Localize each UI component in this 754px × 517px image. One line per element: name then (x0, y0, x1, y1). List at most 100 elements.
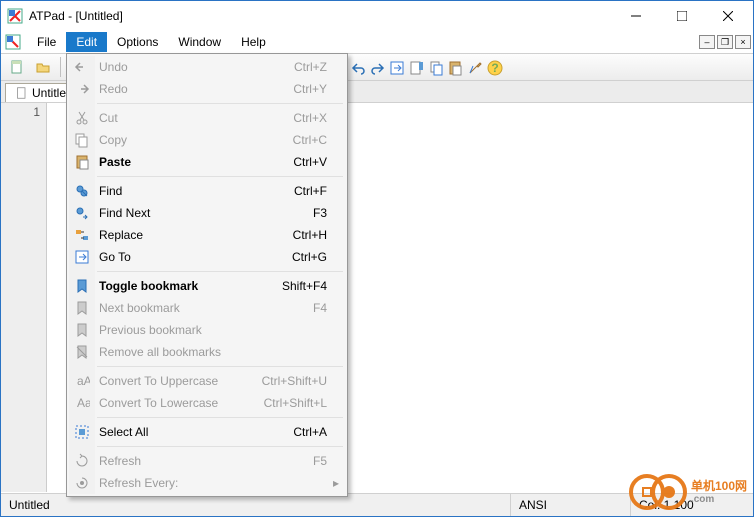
menu-options[interactable]: Options (107, 32, 168, 52)
menu-separator (97, 446, 343, 447)
menu-item-label: Paste (99, 155, 293, 169)
refresh-every-icon (74, 475, 90, 491)
window-title: ATPad - [Untitled] (29, 9, 613, 23)
status-document: Untitled (1, 494, 511, 516)
menu-item-shortcut: F3 (313, 206, 345, 220)
menu-item-shortcut: Ctrl+G (292, 250, 345, 264)
menu-item-shortcut: Ctrl+Shift+U (262, 374, 345, 388)
menu-edit[interactable]: Edit (66, 32, 107, 52)
undo-button[interactable] (351, 60, 367, 79)
menu-item-shortcut: Ctrl+V (293, 155, 345, 169)
doc-icon (5, 34, 21, 50)
menu-item-go-to[interactable]: Go ToCtrl+G (69, 246, 345, 268)
findnext-icon (74, 205, 90, 221)
menu-item-shortcut: Ctrl+Y (293, 82, 345, 96)
menu-separator (97, 366, 343, 367)
redo-button[interactable] (369, 60, 385, 79)
minimize-button[interactable] (613, 1, 659, 31)
menu-item-remove-all-bookmarks: Remove all bookmarks (69, 341, 345, 363)
goto-button[interactable] (389, 60, 405, 79)
options-button[interactable] (467, 60, 483, 79)
cut-icon (74, 110, 90, 126)
menu-item-previous-bookmark: Previous bookmark (69, 319, 345, 341)
copy-button[interactable] (429, 60, 445, 79)
menu-window[interactable]: Window (168, 32, 231, 52)
menu-item-shortcut: Ctrl+C (293, 133, 345, 147)
menu-item-shortcut: F5 (313, 454, 345, 468)
menu-item-shortcut: Ctrl+X (293, 111, 345, 125)
open-button[interactable] (31, 55, 55, 79)
find-icon (74, 183, 90, 199)
menu-help[interactable]: Help (231, 32, 276, 52)
menu-item-label: Go To (99, 250, 292, 264)
status-encoding: ANSI (511, 494, 631, 516)
mdi-close-button[interactable]: × (735, 35, 751, 49)
menu-item-shortcut: Shift+F4 (282, 279, 345, 293)
menu-item-label: Find Next (99, 206, 313, 220)
menu-item-replace[interactable]: ReplaceCtrl+H (69, 224, 345, 246)
menu-item-refresh: RefreshF5 (69, 450, 345, 472)
menu-item-label: Undo (99, 60, 294, 74)
menu-item-select-all[interactable]: Select AllCtrl+A (69, 421, 345, 443)
line-gutter: 1 (1, 103, 47, 492)
line-number: 1 (1, 105, 40, 119)
lowercase-icon: Aa (74, 395, 90, 411)
menu-item-label: Convert To Lowercase (99, 396, 264, 410)
menu-item-label: Convert To Uppercase (99, 374, 262, 388)
menu-item-redo: RedoCtrl+Y (69, 78, 345, 100)
menu-item-label: Redo (99, 82, 293, 96)
menu-item-shortcut: F4 (313, 301, 345, 315)
menu-item-shortcut: Ctrl+Shift+L (264, 396, 345, 410)
close-button[interactable] (705, 1, 751, 31)
svg-text:?: ? (491, 61, 498, 75)
menu-item-convert-to-lowercase: Aa Convert To LowercaseCtrl+Shift+L (69, 392, 345, 414)
select-all-icon (74, 424, 90, 440)
maximize-button[interactable] (659, 1, 705, 31)
menu-item-next-bookmark: Next bookmarkF4 (69, 297, 345, 319)
menu-item-label: Select All (99, 425, 293, 439)
bookmark-next-icon (74, 300, 90, 316)
bookmark-prev-icon (74, 322, 90, 338)
svg-text:Aa: Aa (77, 396, 90, 410)
menu-item-undo: UndoCtrl+Z (69, 56, 345, 78)
refresh-icon (74, 453, 90, 469)
menu-item-label: Refresh (99, 454, 313, 468)
help-button[interactable]: ? (487, 60, 503, 79)
menu-item-label: Remove all bookmarks (99, 345, 327, 359)
menu-item-label: Previous bookmark (99, 323, 327, 337)
menu-item-toggle-bookmark[interactable]: Toggle bookmarkShift+F4 (69, 275, 345, 297)
menu-item-refresh-every: Refresh Every:▸ (69, 472, 345, 494)
paste-icon (74, 154, 90, 170)
menu-item-shortcut: Ctrl+H (293, 228, 345, 242)
watermark-logo: 单机100网 .com (629, 474, 747, 510)
bookmark-icon (74, 278, 90, 294)
app-icon (7, 8, 23, 24)
menu-item-convert-to-uppercase: aA Convert To UppercaseCtrl+Shift+U (69, 370, 345, 392)
toolbar-separator (60, 57, 61, 77)
menu-item-label: Replace (99, 228, 293, 242)
redo-icon (74, 81, 90, 97)
menu-item-label: Find (99, 184, 294, 198)
copy-icon (74, 132, 90, 148)
bookmark-button[interactable] (409, 60, 425, 79)
paste-button[interactable] (447, 60, 463, 79)
menu-separator (97, 271, 343, 272)
menu-separator (97, 417, 343, 418)
uppercase-icon: aA (74, 373, 90, 389)
submenu-arrow-icon: ▸ (333, 476, 339, 490)
menu-item-label: Copy (99, 133, 293, 147)
replace-icon (74, 227, 90, 243)
bookmark-remove-icon (74, 344, 90, 360)
watermark-text: 单机100网 (691, 479, 747, 493)
undo-icon (74, 59, 90, 75)
new-button[interactable] (5, 55, 29, 79)
mdi-restore-button[interactable]: ❐ (717, 35, 733, 49)
menu-file[interactable]: File (27, 32, 66, 52)
menu-separator (97, 176, 343, 177)
mdi-minimize-button[interactable]: – (699, 35, 715, 49)
menu-item-find-next[interactable]: Find NextF3 (69, 202, 345, 224)
menu-item-paste[interactable]: PasteCtrl+V (69, 151, 345, 173)
menu-item-find[interactable]: FindCtrl+F (69, 180, 345, 202)
menu-item-shortcut: Ctrl+A (293, 425, 345, 439)
menu-separator (97, 103, 343, 104)
